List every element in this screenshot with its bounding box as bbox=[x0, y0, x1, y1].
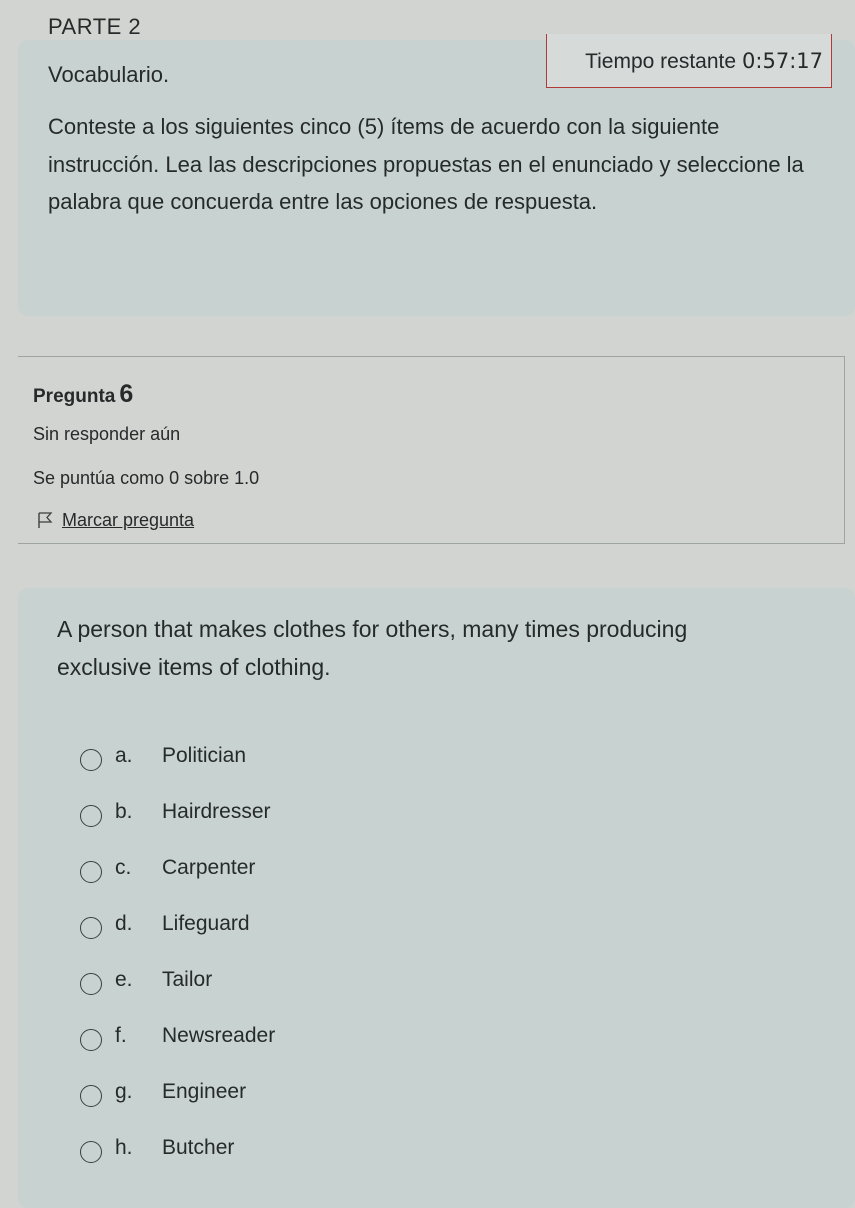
radio-button[interactable] bbox=[80, 1141, 102, 1163]
option-letter: f. bbox=[115, 1024, 127, 1047]
answer-option[interactable]: g. Engineer bbox=[68, 1064, 275, 1120]
option-letter: d. bbox=[115, 912, 133, 935]
radio-button[interactable] bbox=[80, 749, 102, 771]
answer-options: a. Politician b. Hairdresser c. Carpente… bbox=[68, 728, 275, 1176]
option-letter: a. bbox=[115, 744, 133, 767]
timer-label: Tiempo restante bbox=[585, 50, 737, 73]
part-title: PARTE 2 bbox=[48, 14, 142, 39]
option-label[interactable]: Carpenter bbox=[162, 856, 255, 880]
option-label[interactable]: Lifeguard bbox=[162, 912, 250, 936]
timer-value: 0:57:17 bbox=[742, 49, 823, 73]
option-label[interactable]: Hairdresser bbox=[162, 800, 271, 824]
timer-box: Tiempo restante 0:57:17 bbox=[546, 34, 832, 88]
answer-option[interactable]: f. Newsreader bbox=[68, 1008, 275, 1064]
answer-option[interactable]: b. Hairdresser bbox=[68, 784, 275, 840]
answer-option[interactable]: e. Tailor bbox=[68, 952, 275, 1008]
radio-button[interactable] bbox=[80, 973, 102, 995]
answer-option[interactable]: d. Lifeguard bbox=[68, 896, 275, 952]
option-letter: b. bbox=[115, 800, 133, 823]
answer-option[interactable]: h. Butcher bbox=[68, 1120, 275, 1176]
answer-option[interactable]: a. Politician bbox=[68, 728, 275, 784]
question-grade: Se puntúa como 0 sobre 1.0 bbox=[33, 468, 260, 488]
radio-button[interactable] bbox=[80, 805, 102, 827]
radio-button[interactable] bbox=[80, 861, 102, 883]
radio-button[interactable] bbox=[80, 1085, 102, 1107]
question-text: A person that makes clothes for others, … bbox=[57, 616, 688, 680]
section-title: Vocabulario. bbox=[48, 62, 170, 87]
flag-question-label: Marcar pregunta bbox=[62, 510, 195, 530]
option-label[interactable]: Politician bbox=[162, 744, 246, 768]
option-letter: g. bbox=[115, 1080, 133, 1103]
option-letter: h. bbox=[115, 1136, 133, 1159]
answer-option[interactable]: c. Carpenter bbox=[68, 840, 275, 896]
radio-button[interactable] bbox=[80, 917, 102, 939]
option-letter: e. bbox=[115, 968, 133, 991]
flag-icon bbox=[38, 512, 53, 528]
option-letter: c. bbox=[115, 856, 132, 879]
flag-question-link[interactable]: Marcar pregunta bbox=[36, 510, 194, 531]
option-label[interactable]: Tailor bbox=[162, 968, 212, 992]
question-label: Pregunta 6 bbox=[33, 380, 133, 409]
option-label[interactable]: Butcher bbox=[162, 1136, 234, 1160]
question-label-text: Pregunta bbox=[33, 386, 116, 407]
instructions-text: Conteste a los siguientes cinco (5) ítem… bbox=[48, 114, 804, 214]
radio-button[interactable] bbox=[80, 1029, 102, 1051]
option-label[interactable]: Engineer bbox=[162, 1080, 246, 1104]
option-label[interactable]: Newsreader bbox=[162, 1024, 275, 1048]
question-number: 6 bbox=[119, 380, 134, 408]
question-status: Sin responder aún bbox=[33, 424, 181, 444]
